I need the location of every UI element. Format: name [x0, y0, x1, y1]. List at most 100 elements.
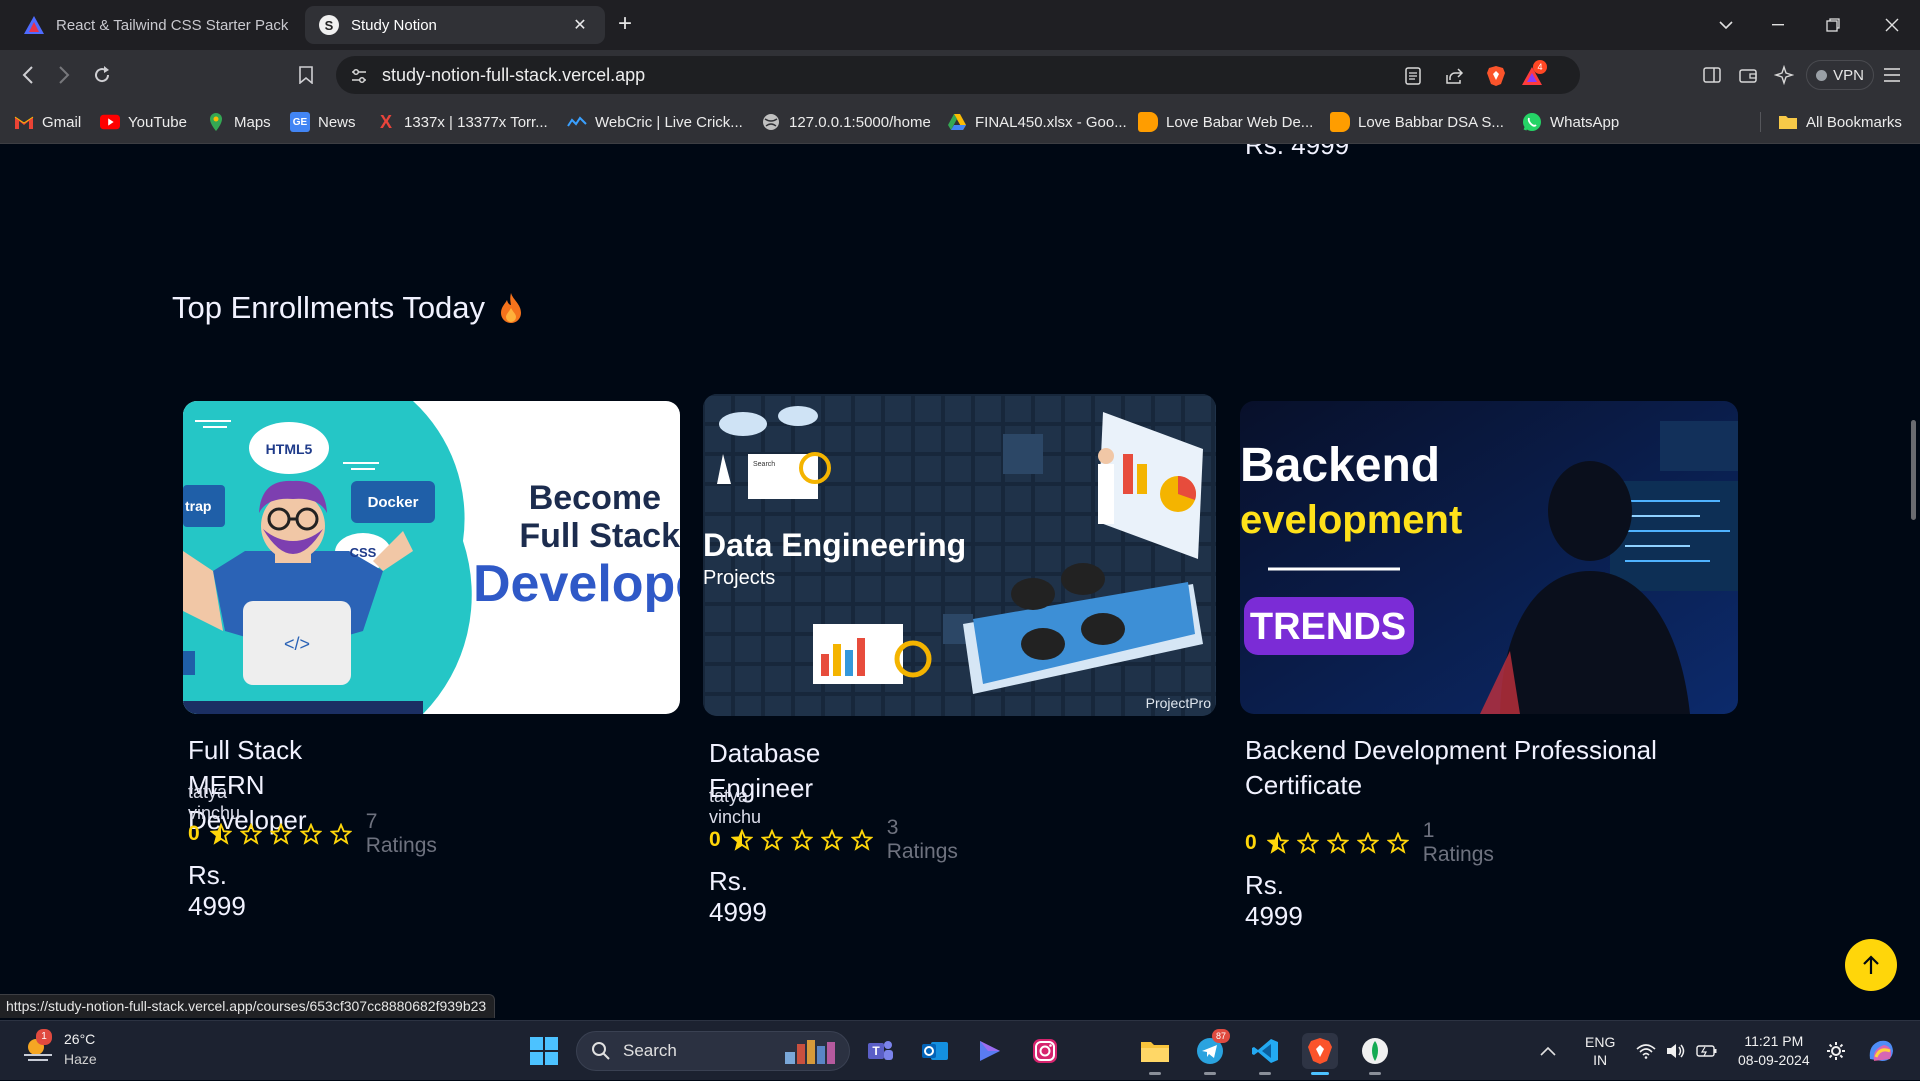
browser-toolbar: study-notion-full-stack.vercel.app 4 VPN: [0, 50, 1920, 100]
brave-rewards-icon[interactable]: 4: [1521, 60, 1547, 87]
empty-star-icon: [1386, 832, 1409, 854]
course-thumbnail[interactable]: Backend evelopment TRENDS: [1240, 401, 1738, 714]
wallet-icon[interactable]: [1734, 62, 1762, 88]
course-title[interactable]: Backend Development Professional Certifi…: [1245, 733, 1715, 803]
reload-button[interactable]: [88, 62, 116, 88]
share-icon[interactable]: [1444, 65, 1466, 87]
mongodb-compass-icon[interactable]: [1357, 1033, 1393, 1075]
windows-logo-icon: [530, 1037, 558, 1065]
webcric-icon: [567, 112, 587, 132]
teams-icon[interactable]: T: [862, 1033, 898, 1069]
clock-date: 08-09-2024: [1738, 1052, 1810, 1068]
url-text: study-notion-full-stack.vercel.app: [382, 65, 646, 85]
thumb-line-projects: Projects: [703, 567, 775, 589]
bookmark-maps[interactable]: Maps: [206, 110, 271, 134]
address-bar[interactable]: study-notion-full-stack.vercel.app 4: [336, 56, 1580, 94]
battery-icon: [1696, 1045, 1717, 1057]
brave-shields-icon[interactable]: [1485, 65, 1507, 87]
empty-star-icon: [239, 823, 262, 845]
forward-button[interactable]: [50, 62, 78, 88]
taskbar-search[interactable]: Search: [576, 1031, 850, 1071]
thumb-tag-trends: TRENDS: [1250, 606, 1406, 648]
tab-search-chevron-icon[interactable]: [1706, 8, 1746, 42]
scroll-to-top-button[interactable]: [1845, 939, 1897, 991]
brave-browser-icon[interactable]: [1302, 1033, 1338, 1075]
back-button[interactable]: [14, 62, 42, 88]
telegram-icon[interactable]: 87: [1192, 1029, 1230, 1075]
vscode-icon[interactable]: [1247, 1033, 1283, 1075]
file-explorer-icon[interactable]: [1137, 1033, 1173, 1075]
star-rating: [730, 829, 881, 851]
language-indicator[interactable]: ENG IN: [1585, 1021, 1615, 1081]
globe-icon: [761, 112, 781, 132]
close-tab-icon[interactable]: ✕: [569, 14, 591, 36]
bookmark-all[interactable]: All Bookmarks: [1778, 110, 1902, 134]
show-hidden-icons[interactable]: [1540, 1021, 1556, 1081]
bookmark-1337x[interactable]: X 1337x | 13377x Torr...: [376, 110, 548, 134]
reader-mode-icon[interactable]: [1402, 65, 1424, 87]
section-title: Top Enrollments Today: [172, 290, 523, 326]
notification-settings-icon[interactable]: [1826, 1021, 1846, 1081]
course-thumbnail[interactable]: HTML5 Docker CSS trap </> Become Full St…: [183, 401, 680, 714]
telegram-badge: 87: [1212, 1029, 1230, 1043]
vpn-button[interactable]: VPN: [1806, 60, 1874, 90]
clock-time: 11:21 PM: [1744, 1033, 1804, 1049]
close-window-button[interactable]: [1872, 8, 1912, 42]
leo-ai-icon[interactable]: [1770, 62, 1798, 88]
search-highlight-icon: [785, 1040, 835, 1064]
bubble-html5: HTML5: [266, 441, 313, 457]
copilot-tray-icon[interactable]: [1866, 1021, 1896, 1081]
bookmark-label: Love Babbar DSA S...: [1358, 113, 1504, 131]
arrow-up-icon: [1863, 955, 1879, 974]
instagram-icon[interactable]: [1027, 1033, 1063, 1069]
bookmark-final450[interactable]: FINAL450.xlsx - Goo...: [947, 110, 1127, 134]
bookmark-news[interactable]: GE News: [290, 110, 356, 134]
bookmark-youtube[interactable]: YouTube: [100, 110, 187, 134]
new-tab-button[interactable]: +: [612, 12, 638, 38]
weather-temp: 26°C: [64, 1031, 96, 1047]
tab-study-notion[interactable]: S Study Notion ✕: [305, 6, 605, 44]
clock[interactable]: 11:21 PM 08-09-2024: [1738, 1021, 1810, 1081]
bookmark-label: 1337x | 13377x Torr...: [404, 113, 548, 131]
bookmark-label: News: [318, 113, 356, 131]
bookmark-whatsapp[interactable]: WhatsApp: [1522, 110, 1619, 134]
ratings-count: 7 Ratings: [365, 810, 437, 857]
outlook-icon[interactable]: [917, 1033, 953, 1069]
weather-widget[interactable]: 1 26°C Haze: [22, 1029, 97, 1069]
bookmark-love-babar-web[interactable]: Love Babar Web De...: [1138, 110, 1313, 134]
tab-title: React & Tailwind CSS Starter Pack: [56, 16, 289, 34]
bookmark-label: WhatsApp: [1550, 113, 1620, 131]
menu-icon[interactable]: [1878, 62, 1906, 88]
quick-settings[interactable]: [1636, 1021, 1718, 1081]
page-scrollbar-thumb[interactable]: [1911, 420, 1916, 520]
volume-icon: [1667, 1044, 1685, 1058]
empty-star-icon: [299, 823, 322, 845]
search-icon: [592, 1042, 610, 1060]
copilot-icon[interactable]: [972, 1033, 1008, 1069]
sidebar-toggle-icon[interactable]: [1698, 62, 1726, 88]
bookmark-webcric[interactable]: WebCric | Live Crick...: [567, 110, 743, 134]
thumb-search-label: Search: [753, 461, 775, 468]
course-thumbnail[interactable]: Data Engineering Projects Search Project…: [703, 394, 1216, 716]
thumb-line-development: evelopment: [1240, 498, 1462, 542]
site-settings-icon[interactable]: [348, 65, 370, 87]
bookmark-label: All Bookmarks: [1806, 113, 1902, 131]
news-icon: GE: [290, 112, 310, 132]
thumb-line-become: Become: [529, 479, 661, 517]
status-url-preview: https://study-notion-full-stack.vercel.a…: [0, 994, 496, 1018]
bookmark-love-babbar-dsa[interactable]: Love Babbar DSA S...: [1330, 110, 1504, 134]
bookmark-gmail[interactable]: Gmail: [14, 110, 81, 134]
bookmark-orange-icon: [1330, 112, 1350, 132]
browser-tab-strip: React & Tailwind CSS Starter Pack S Stud…: [0, 0, 1920, 50]
minimize-button[interactable]: [1758, 8, 1798, 42]
bookmark-page-icon[interactable]: [292, 62, 320, 88]
x-icon: X: [379, 111, 392, 132]
tab-react-tailwind[interactable]: React & Tailwind CSS Starter Pack: [10, 6, 310, 44]
thumb-line-developer: Develope: [473, 555, 680, 613]
bookmark-localhost[interactable]: 127.0.0.1:5000/home: [761, 110, 931, 134]
thumb-line-backend: Backend: [1240, 439, 1440, 492]
whatsapp-icon: [1522, 112, 1542, 132]
start-button[interactable]: [526, 1033, 562, 1069]
restore-button[interactable]: [1813, 8, 1853, 42]
running-indicator: [1369, 1072, 1381, 1075]
